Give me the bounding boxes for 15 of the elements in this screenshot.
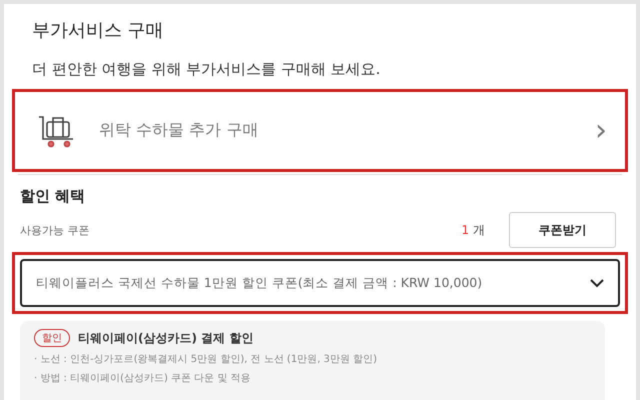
coupon-label: 사용가능 쿠폰	[20, 222, 90, 238]
baggage-service-item[interactable]: 위탁 수하물 추가 구매 ›	[12, 89, 628, 172]
chevron-down-icon	[590, 278, 604, 288]
chevron-right-icon: ›	[595, 116, 607, 146]
section-heading: 할인 혜택	[20, 187, 86, 206]
page-title: 부가서비스 구매	[32, 19, 165, 42]
promo-detail: · 노선 : 인천-싱가포르(왕복결제시 5만원 할인), 전 노선 (1만원, 3만원 할인)	[34, 353, 377, 366]
service-label: 위탁 수하물 추가 구매	[99, 120, 260, 141]
discount-tag: 할인	[34, 329, 70, 347]
page-subtitle: 더 편안한 여행을 위해 부가서비스를 구매해 보세요.	[32, 60, 380, 79]
coupon-count: 1 개	[462, 222, 485, 238]
coupon-select[interactable]: 티웨이플러스 국제선 수하물 1만원 할인 쿠폰(최소 결제 금액 : KRW 10,000)	[20, 259, 620, 307]
promo-title: 티웨이페이(삼성카드) 결제 할인	[78, 330, 254, 346]
get-coupon-button[interactable]: 쿠폰받기	[509, 212, 616, 248]
promo-detail: · 방법 : 티웨이페이(삼성카드) 쿠폰 다운 및 적용	[34, 372, 251, 385]
